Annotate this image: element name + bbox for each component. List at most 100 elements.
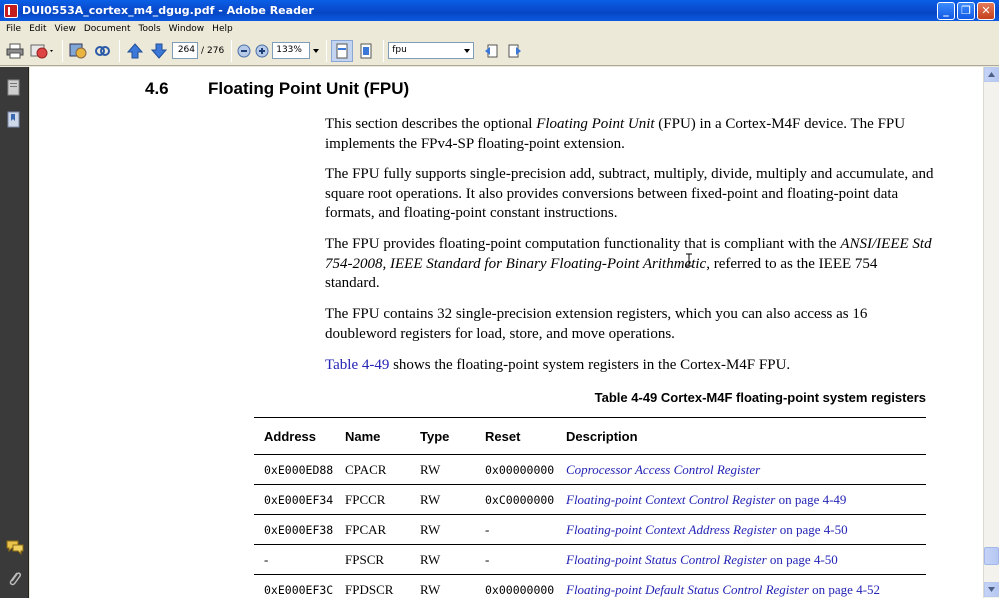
link-icon[interactable]: [91, 40, 113, 62]
text-span: The FPU provides floating-point computat…: [325, 236, 841, 252]
zoom-level-input[interactable]: 133%: [272, 42, 311, 59]
register-link[interactable]: Floating-point Default Status Control Re…: [566, 582, 809, 597]
cell-reset: 0x00000000: [475, 574, 556, 598]
toolbar: 264 / 276 133% fpu: [0, 36, 999, 66]
bookmarks-icon[interactable]: [6, 111, 22, 129]
menu-window[interactable]: Window: [165, 24, 209, 34]
fit-width-icon[interactable]: [331, 39, 354, 62]
minimize-button[interactable]: _: [937, 1, 955, 20]
cell-description: Floating-point Context Control Register …: [556, 484, 926, 515]
cell-description: Floating-point Status Control Register o…: [556, 544, 926, 575]
collaborate-icon[interactable]: [67, 40, 89, 62]
window-titlebar: DUI0553A_cortex_m4_dgug.pdf - Adobe Read…: [0, 0, 999, 21]
registers-table: Address Name Type Reset Description 0xE0…: [254, 417, 926, 598]
paragraph-intro: This section describes the optional Floa…: [325, 115, 935, 154]
register-link[interactable]: Floating-point Context Address Register: [566, 522, 777, 537]
zoom-dropdown-icon[interactable]: [313, 48, 320, 53]
toolbar-separator: [62, 39, 63, 62]
cell-type: RW: [410, 514, 475, 545]
find-previous-icon[interactable]: [480, 40, 502, 62]
document-view[interactable]: 4.6 Floating Point Unit (FPU) This secti…: [30, 67, 983, 598]
page-total: 276: [207, 45, 225, 56]
cell-description: Coprocessor Access Control Register: [556, 454, 926, 485]
toolbar-separator: [119, 39, 120, 62]
section-title: Floating Point Unit (FPU): [208, 79, 410, 98]
table-row: 0xE000EF38 FPCAR RW - Floating-point Con…: [254, 514, 926, 545]
paragraph-fpu-support: The FPU fully supports single-precision …: [325, 166, 934, 221]
cell-description: Floating-point Default Status Control Re…: [556, 574, 926, 598]
comments-icon[interactable]: [6, 539, 24, 557]
table-row: 0xE000EF34 FPCCR RW 0xC0000000 Floating-…: [254, 484, 926, 515]
previous-page-icon[interactable]: [124, 40, 146, 62]
menu-document[interactable]: Document: [80, 24, 135, 34]
header-type: Type: [410, 417, 475, 455]
zoom-out-icon[interactable]: [236, 40, 252, 62]
cell-address: -: [254, 544, 335, 575]
cell-address: 0xE000EF38: [254, 514, 335, 545]
register-link[interactable]: Floating-point Status Control Register: [566, 552, 767, 567]
header-name: Name: [335, 417, 410, 455]
cell-reset: -: [475, 514, 556, 545]
scroll-down-icon[interactable]: [984, 582, 999, 597]
paragraph-ieee: The FPU provides floating-point computat…: [325, 235, 935, 294]
cell-reset: -: [475, 544, 556, 575]
window-title: DUI0553A_cortex_m4_dgug.pdf - Adobe Read…: [22, 4, 314, 17]
adobe-reader-icon: [4, 3, 18, 18]
page-ref[interactable]: on page 4-50: [767, 552, 838, 567]
cell-reset: 0xC0000000: [475, 484, 556, 515]
cell-address: 0xE000EF34: [254, 484, 335, 515]
menu-view[interactable]: View: [51, 24, 80, 34]
table-header-row: Address Name Type Reset Description: [254, 417, 926, 455]
section-number: 4.6: [145, 79, 169, 98]
cell-address: 0xE000ED88: [254, 454, 335, 485]
vertical-scrollbar[interactable]: [983, 67, 999, 598]
find-input-value: fpu: [392, 45, 407, 55]
maximize-button[interactable]: ❐: [957, 1, 975, 20]
navigation-panel: [0, 67, 29, 598]
register-link[interactable]: Floating-point Context Control Register: [566, 492, 775, 507]
cell-type: RW: [410, 484, 475, 515]
menu-file[interactable]: File: [2, 24, 25, 34]
close-button[interactable]: ✕: [977, 1, 995, 20]
page-separator: /: [201, 45, 205, 56]
find-next-icon[interactable]: [504, 40, 526, 62]
find-dropdown-icon[interactable]: [464, 49, 471, 53]
header-description: Description: [556, 417, 926, 455]
page-ref[interactable]: on page 4-52: [809, 582, 880, 597]
page-number-input[interactable]: 264: [172, 42, 198, 59]
cell-address: 0xE000EF3C: [254, 574, 335, 598]
table-row: - FPSCR RW - Floating-point Status Contr…: [254, 544, 926, 575]
toolbar-separator: [326, 39, 328, 62]
table-row: 0xE000ED88 CPACR RW 0x00000000 Coprocess…: [254, 454, 926, 485]
attachments-icon[interactable]: [6, 569, 22, 587]
menu-help[interactable]: Help: [208, 24, 237, 34]
print-icon[interactable]: [4, 40, 26, 62]
register-link[interactable]: Coprocessor Access Control Register: [566, 462, 760, 477]
cell-reset: 0x00000000: [475, 454, 556, 485]
next-page-icon[interactable]: [148, 40, 170, 62]
cell-name: CPACR: [335, 454, 410, 485]
table-row: 0xE000EF3C FPDSCR RW 0x00000000 Floating…: [254, 574, 926, 598]
fit-page-icon[interactable]: [355, 40, 377, 62]
scroll-thumb[interactable]: [984, 547, 999, 565]
text-span: shows the floating-point system register…: [389, 357, 791, 373]
cell-name: FPDSCR: [335, 574, 410, 598]
zoom-in-icon[interactable]: [254, 40, 270, 62]
table-link[interactable]: Table 4-49: [325, 357, 389, 373]
paragraph-registers: The FPU contains 32 single-precision ext…: [325, 306, 868, 342]
italic-term: Floating Point Unit: [536, 116, 655, 132]
cell-description: Floating-point Context Address Register …: [556, 514, 926, 545]
text-cursor-icon: [686, 253, 692, 267]
cell-type: RW: [410, 544, 475, 575]
paragraph-table-ref: Table 4-49 shows the floating-point syst…: [325, 356, 935, 376]
cell-name: FPCCR: [335, 484, 410, 515]
pages-icon[interactable]: [6, 79, 22, 97]
page-ref[interactable]: on page 4-50: [777, 522, 848, 537]
menu-bar: File Edit View Document Tools Window Hel…: [0, 21, 999, 36]
scroll-up-icon[interactable]: [984, 67, 999, 82]
page-ref[interactable]: on page 4-49: [775, 492, 847, 507]
email-share-icon[interactable]: [28, 40, 56, 62]
find-input[interactable]: fpu: [388, 42, 475, 59]
menu-edit[interactable]: Edit: [25, 24, 50, 34]
menu-tools[interactable]: Tools: [135, 24, 165, 34]
